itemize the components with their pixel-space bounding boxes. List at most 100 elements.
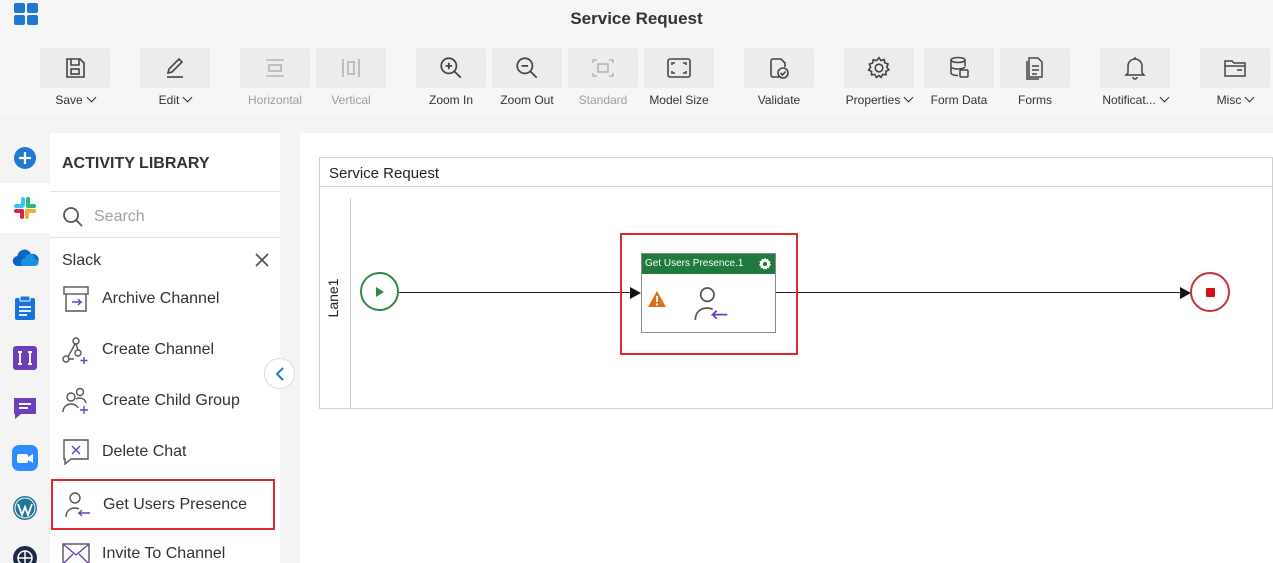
standard-label: Standard [578, 93, 628, 107]
library-item-label: Delete Chat [102, 442, 187, 460]
rail-clipboard[interactable] [0, 283, 50, 333]
validate-button[interactable]: Validate [744, 48, 814, 112]
toolbar: Save Edit Horizontal Vertical Zoom In Zo… [0, 38, 1273, 115]
zoom-in-button[interactable]: Zoom In [416, 48, 486, 112]
zoom-out-icon [516, 57, 538, 79]
rail-chat[interactable] [0, 383, 50, 433]
activity-get-users-presence[interactable]: Get Users Presence.1 [641, 253, 776, 333]
invite-to-channel-icon [62, 542, 90, 563]
notifications-button[interactable]: Notificat... [1100, 48, 1170, 112]
lane-header[interactable]: Lane1 [320, 198, 351, 408]
bell-icon [1124, 57, 1146, 80]
warning-icon [648, 291, 666, 307]
activity-header: Get Users Presence.1 [642, 254, 775, 274]
library-item-invite-to-channel[interactable]: Invite To Channel [50, 528, 276, 563]
integration-icon [13, 346, 37, 370]
form-data-label: Form Data [930, 93, 988, 107]
properties-label: Properties [845, 93, 901, 107]
zoom-in-icon [440, 57, 462, 79]
divider [50, 237, 280, 238]
collapse-library-button[interactable] [264, 358, 295, 389]
form-data-button[interactable]: Form Data [924, 48, 994, 112]
get-users-presence-icon [694, 287, 728, 321]
create-child-group-icon [62, 387, 88, 414]
activity-title: Get Users Presence.1 [645, 258, 744, 269]
rail-integration[interactable] [0, 333, 50, 383]
properties-button[interactable]: Properties [844, 48, 914, 112]
create-channel-icon [62, 336, 88, 364]
rail-slack[interactable] [0, 183, 50, 233]
library-item-label: Create Child Group [102, 391, 240, 409]
library-item-label: Archive Channel [102, 289, 220, 307]
horizontal-button[interactable]: Horizontal [240, 48, 310, 112]
title-bar: Service Request [0, 0, 1273, 38]
library-title: ACTIVITY LIBRARY [62, 155, 210, 172]
model-size-button[interactable]: Model Size [644, 48, 714, 112]
library-item-get-users-presence[interactable]: Get Users Presence [51, 479, 275, 530]
start-event[interactable] [360, 272, 399, 311]
pool-title: Service Request [320, 158, 1272, 187]
library-item-create-child-group[interactable]: Create Child Group [50, 375, 276, 426]
delete-chat-icon [63, 438, 89, 465]
slack-icon [14, 197, 36, 219]
forms-button[interactable]: Forms [1000, 48, 1070, 112]
page-title: Service Request [570, 9, 703, 28]
notifications-label: Notificat... [1102, 93, 1156, 107]
library-item-label: Invite To Channel [102, 544, 226, 562]
horizontal-layout-icon [266, 59, 284, 77]
zoom-out-button[interactable]: Zoom Out [492, 48, 562, 112]
library-item-create-channel[interactable]: Create Channel [50, 324, 276, 375]
chevron-down-icon [86, 92, 97, 103]
wordpress-icon [13, 496, 37, 520]
misc-label: Misc [1216, 93, 1242, 107]
horizontal-label: Horizontal [247, 93, 303, 107]
model-size-icon [667, 58, 691, 78]
forms-icon [1026, 57, 1043, 80]
folder-icon [1224, 60, 1246, 77]
add-icon [14, 147, 36, 169]
search-input[interactable] [94, 205, 264, 229]
vertical-label: Vertical [331, 93, 371, 107]
save-icon [66, 58, 85, 78]
sequence-flow[interactable] [776, 292, 1180, 293]
library-item-label: Create Channel [102, 340, 215, 358]
category-title: Slack [62, 252, 102, 269]
chevron-left-icon [275, 366, 284, 381]
database-icon [950, 56, 969, 78]
activity-library: ACTIVITY LIBRARY Slack Archive Channel C… [50, 133, 280, 563]
chevron-down-icon [1244, 92, 1255, 103]
library-item-archive-channel[interactable]: Archive Channel [50, 273, 276, 324]
standard-button[interactable]: Standard [568, 48, 638, 112]
rail-onedrive[interactable] [0, 233, 50, 283]
rail-globe[interactable] [0, 533, 50, 563]
connector-rail [0, 133, 50, 563]
search-icon [63, 207, 83, 227]
end-event[interactable] [1190, 272, 1230, 312]
vertical-layout-icon [342, 59, 360, 77]
get-users-presence-icon [65, 491, 90, 517]
model-size-label: Model Size [649, 93, 709, 107]
vertical-button[interactable]: Vertical [316, 48, 386, 112]
rail-wordpress[interactable] [0, 483, 50, 533]
save-button[interactable]: Save [40, 48, 110, 112]
lane-label: Lane1 [325, 278, 341, 318]
gear-icon[interactable] [758, 257, 772, 271]
zoom-icon [12, 445, 38, 471]
close-icon[interactable] [255, 253, 269, 267]
edit-button[interactable]: Edit [140, 48, 210, 112]
onedrive-icon [12, 249, 39, 267]
rail-add[interactable] [0, 133, 50, 183]
chevron-down-icon [903, 92, 914, 103]
clipboard-icon [15, 295, 35, 320]
validate-label: Validate [757, 93, 801, 107]
stop-icon [1205, 287, 1215, 297]
sequence-flow[interactable] [399, 292, 631, 293]
edit-icon [166, 57, 184, 78]
forms-label: Forms [1018, 93, 1052, 107]
rail-zoom[interactable] [0, 433, 50, 483]
misc-button[interactable]: Misc [1200, 48, 1270, 112]
validate-icon [770, 58, 789, 79]
chevron-down-icon [1159, 92, 1170, 103]
library-item-delete-chat[interactable]: Delete Chat [50, 426, 276, 477]
save-label: Save [55, 93, 83, 107]
